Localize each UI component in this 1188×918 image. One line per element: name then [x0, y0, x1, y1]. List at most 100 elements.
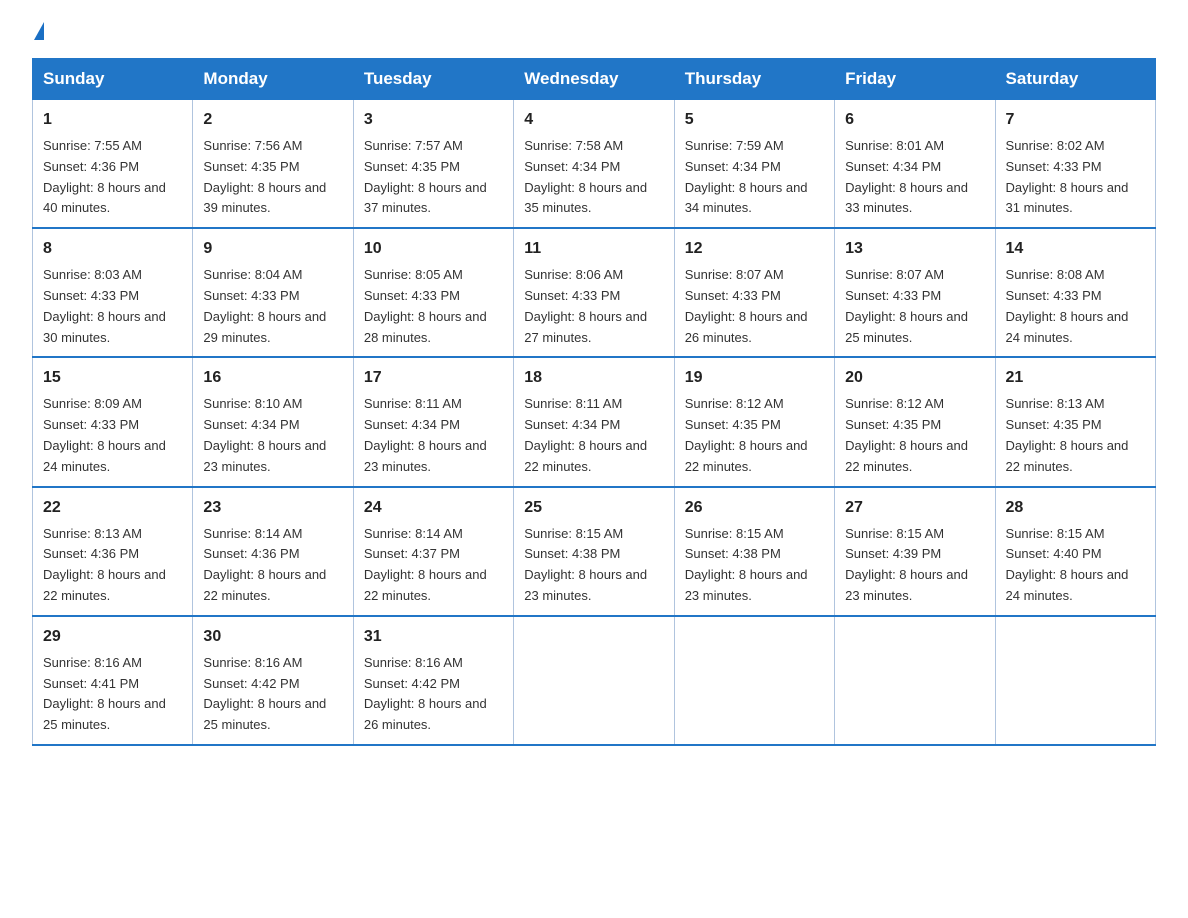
day-number: 22 [43, 496, 182, 520]
day-info: Sunrise: 8:03 AMSunset: 4:33 PMDaylight:… [43, 265, 182, 348]
calendar-cell: 24 Sunrise: 8:14 AMSunset: 4:37 PMDaylig… [353, 487, 513, 616]
day-info: Sunrise: 8:04 AMSunset: 4:33 PMDaylight:… [203, 265, 342, 348]
day-info: Sunrise: 8:05 AMSunset: 4:33 PMDaylight:… [364, 265, 503, 348]
day-info: Sunrise: 7:57 AMSunset: 4:35 PMDaylight:… [364, 136, 503, 219]
day-info: Sunrise: 8:13 AMSunset: 4:36 PMDaylight:… [43, 524, 182, 607]
day-number: 11 [524, 237, 663, 261]
calendar-cell: 11 Sunrise: 8:06 AMSunset: 4:33 PMDaylig… [514, 228, 674, 357]
day-info: Sunrise: 8:14 AMSunset: 4:36 PMDaylight:… [203, 524, 342, 607]
calendar-cell: 22 Sunrise: 8:13 AMSunset: 4:36 PMDaylig… [33, 487, 193, 616]
day-number: 30 [203, 625, 342, 649]
day-info: Sunrise: 8:11 AMSunset: 4:34 PMDaylight:… [364, 394, 503, 477]
calendar-cell: 20 Sunrise: 8:12 AMSunset: 4:35 PMDaylig… [835, 357, 995, 486]
day-number: 13 [845, 237, 984, 261]
day-number: 15 [43, 366, 182, 390]
day-number: 7 [1006, 108, 1145, 132]
logo-triangle-icon [34, 22, 44, 40]
calendar-week-3: 15 Sunrise: 8:09 AMSunset: 4:33 PMDaylig… [33, 357, 1156, 486]
calendar-week-5: 29 Sunrise: 8:16 AMSunset: 4:41 PMDaylig… [33, 616, 1156, 745]
day-number: 6 [845, 108, 984, 132]
calendar-week-4: 22 Sunrise: 8:13 AMSunset: 4:36 PMDaylig… [33, 487, 1156, 616]
calendar-body: 1 Sunrise: 7:55 AMSunset: 4:36 PMDayligh… [33, 100, 1156, 745]
calendar-cell [995, 616, 1155, 745]
calendar-cell: 4 Sunrise: 7:58 AMSunset: 4:34 PMDayligh… [514, 100, 674, 229]
day-info: Sunrise: 8:08 AMSunset: 4:33 PMDaylight:… [1006, 265, 1145, 348]
day-number: 18 [524, 366, 663, 390]
day-info: Sunrise: 8:12 AMSunset: 4:35 PMDaylight:… [845, 394, 984, 477]
day-number: 29 [43, 625, 182, 649]
header-day-friday: Friday [835, 59, 995, 100]
calendar-cell [674, 616, 834, 745]
day-number: 2 [203, 108, 342, 132]
header-day-sunday: Sunday [33, 59, 193, 100]
day-info: Sunrise: 8:15 AMSunset: 4:38 PMDaylight:… [685, 524, 824, 607]
day-info: Sunrise: 7:58 AMSunset: 4:34 PMDaylight:… [524, 136, 663, 219]
calendar-cell: 9 Sunrise: 8:04 AMSunset: 4:33 PMDayligh… [193, 228, 353, 357]
day-info: Sunrise: 8:01 AMSunset: 4:34 PMDaylight:… [845, 136, 984, 219]
page-header [32, 24, 1156, 42]
day-info: Sunrise: 8:15 AMSunset: 4:38 PMDaylight:… [524, 524, 663, 607]
day-info: Sunrise: 8:12 AMSunset: 4:35 PMDaylight:… [685, 394, 824, 477]
calendar-cell: 31 Sunrise: 8:16 AMSunset: 4:42 PMDaylig… [353, 616, 513, 745]
day-info: Sunrise: 8:07 AMSunset: 4:33 PMDaylight:… [685, 265, 824, 348]
calendar-header: SundayMondayTuesdayWednesdayThursdayFrid… [33, 59, 1156, 100]
day-info: Sunrise: 8:16 AMSunset: 4:42 PMDaylight:… [364, 653, 503, 736]
calendar-cell: 3 Sunrise: 7:57 AMSunset: 4:35 PMDayligh… [353, 100, 513, 229]
day-number: 4 [524, 108, 663, 132]
calendar-cell: 26 Sunrise: 8:15 AMSunset: 4:38 PMDaylig… [674, 487, 834, 616]
calendar-week-1: 1 Sunrise: 7:55 AMSunset: 4:36 PMDayligh… [33, 100, 1156, 229]
calendar-table: SundayMondayTuesdayWednesdayThursdayFrid… [32, 58, 1156, 746]
day-info: Sunrise: 7:59 AMSunset: 4:34 PMDaylight:… [685, 136, 824, 219]
calendar-cell: 18 Sunrise: 8:11 AMSunset: 4:34 PMDaylig… [514, 357, 674, 486]
calendar-cell: 17 Sunrise: 8:11 AMSunset: 4:34 PMDaylig… [353, 357, 513, 486]
calendar-cell: 25 Sunrise: 8:15 AMSunset: 4:38 PMDaylig… [514, 487, 674, 616]
calendar-week-2: 8 Sunrise: 8:03 AMSunset: 4:33 PMDayligh… [33, 228, 1156, 357]
day-number: 14 [1006, 237, 1145, 261]
logo [32, 24, 44, 42]
header-row: SundayMondayTuesdayWednesdayThursdayFrid… [33, 59, 1156, 100]
calendar-cell: 7 Sunrise: 8:02 AMSunset: 4:33 PMDayligh… [995, 100, 1155, 229]
calendar-cell: 6 Sunrise: 8:01 AMSunset: 4:34 PMDayligh… [835, 100, 995, 229]
calendar-cell: 16 Sunrise: 8:10 AMSunset: 4:34 PMDaylig… [193, 357, 353, 486]
day-info: Sunrise: 8:10 AMSunset: 4:34 PMDaylight:… [203, 394, 342, 477]
calendar-cell: 13 Sunrise: 8:07 AMSunset: 4:33 PMDaylig… [835, 228, 995, 357]
day-number: 8 [43, 237, 182, 261]
day-number: 27 [845, 496, 984, 520]
header-day-tuesday: Tuesday [353, 59, 513, 100]
day-info: Sunrise: 7:56 AMSunset: 4:35 PMDaylight:… [203, 136, 342, 219]
calendar-cell: 15 Sunrise: 8:09 AMSunset: 4:33 PMDaylig… [33, 357, 193, 486]
calendar-cell: 2 Sunrise: 7:56 AMSunset: 4:35 PMDayligh… [193, 100, 353, 229]
day-number: 23 [203, 496, 342, 520]
day-number: 16 [203, 366, 342, 390]
day-info: Sunrise: 7:55 AMSunset: 4:36 PMDaylight:… [43, 136, 182, 219]
calendar-cell: 12 Sunrise: 8:07 AMSunset: 4:33 PMDaylig… [674, 228, 834, 357]
day-info: Sunrise: 8:09 AMSunset: 4:33 PMDaylight:… [43, 394, 182, 477]
day-info: Sunrise: 8:07 AMSunset: 4:33 PMDaylight:… [845, 265, 984, 348]
day-number: 28 [1006, 496, 1145, 520]
calendar-cell: 14 Sunrise: 8:08 AMSunset: 4:33 PMDaylig… [995, 228, 1155, 357]
day-number: 25 [524, 496, 663, 520]
day-number: 20 [845, 366, 984, 390]
calendar-cell [835, 616, 995, 745]
day-info: Sunrise: 8:15 AMSunset: 4:39 PMDaylight:… [845, 524, 984, 607]
day-info: Sunrise: 8:16 AMSunset: 4:42 PMDaylight:… [203, 653, 342, 736]
day-number: 31 [364, 625, 503, 649]
day-info: Sunrise: 8:14 AMSunset: 4:37 PMDaylight:… [364, 524, 503, 607]
calendar-cell: 5 Sunrise: 7:59 AMSunset: 4:34 PMDayligh… [674, 100, 834, 229]
day-number: 19 [685, 366, 824, 390]
day-info: Sunrise: 8:16 AMSunset: 4:41 PMDaylight:… [43, 653, 182, 736]
day-number: 9 [203, 237, 342, 261]
calendar-cell: 21 Sunrise: 8:13 AMSunset: 4:35 PMDaylig… [995, 357, 1155, 486]
calendar-cell: 1 Sunrise: 7:55 AMSunset: 4:36 PMDayligh… [33, 100, 193, 229]
day-number: 21 [1006, 366, 1145, 390]
day-info: Sunrise: 8:02 AMSunset: 4:33 PMDaylight:… [1006, 136, 1145, 219]
day-number: 24 [364, 496, 503, 520]
header-day-saturday: Saturday [995, 59, 1155, 100]
header-day-thursday: Thursday [674, 59, 834, 100]
calendar-cell: 10 Sunrise: 8:05 AMSunset: 4:33 PMDaylig… [353, 228, 513, 357]
calendar-cell: 28 Sunrise: 8:15 AMSunset: 4:40 PMDaylig… [995, 487, 1155, 616]
day-info: Sunrise: 8:11 AMSunset: 4:34 PMDaylight:… [524, 394, 663, 477]
calendar-cell: 29 Sunrise: 8:16 AMSunset: 4:41 PMDaylig… [33, 616, 193, 745]
calendar-cell: 30 Sunrise: 8:16 AMSunset: 4:42 PMDaylig… [193, 616, 353, 745]
calendar-cell: 23 Sunrise: 8:14 AMSunset: 4:36 PMDaylig… [193, 487, 353, 616]
